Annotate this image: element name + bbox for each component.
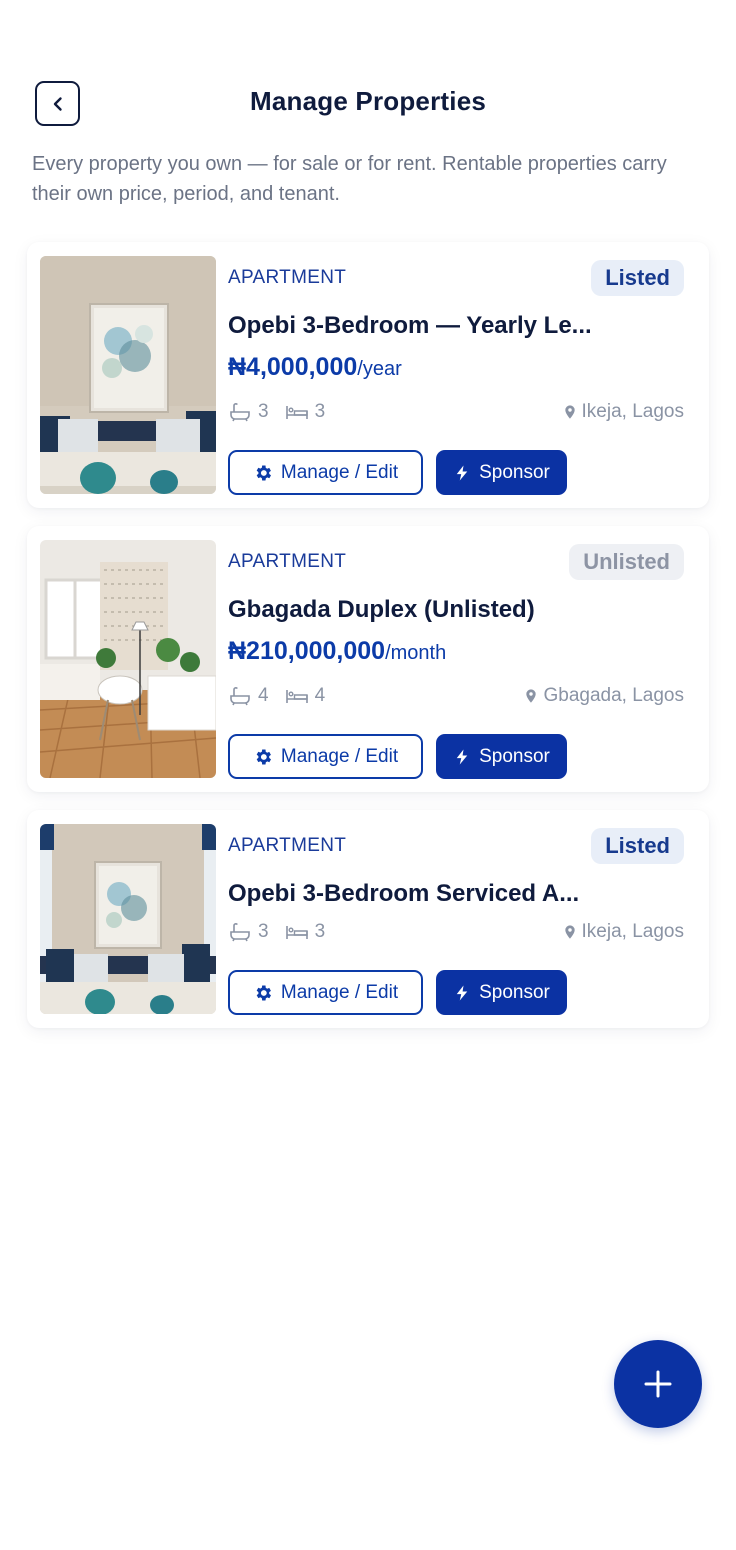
property-type: APARTMENT <box>228 835 347 856</box>
map-pin-icon <box>523 687 539 705</box>
property-meta: 4 4 Gbagada, Lagos <box>228 683 684 709</box>
location-text: Ikeja, Lagos <box>581 401 684 422</box>
property-price: ₦210,000,000/month <box>228 637 446 666</box>
property-location: Ikeja, Lagos <box>562 401 684 423</box>
property-card[interactable]: APARTMENT Listed Opebi 3-Bedroom — Yearl… <box>27 242 709 508</box>
add-property-button[interactable] <box>614 1340 702 1428</box>
property-price: ₦4,000,000/year <box>228 353 402 382</box>
property-location: Gbagada, Lagos <box>523 685 684 707</box>
bed-icon <box>285 400 309 424</box>
bed-count: 3 <box>314 401 326 422</box>
gear-icon <box>253 983 273 1003</box>
status-badge: Listed <box>591 828 684 864</box>
sponsor-label: Sponsor <box>479 981 550 1003</box>
bathtub-icon <box>228 920 252 944</box>
property-meta: 3 3 Ikeja, Lagos <box>228 919 684 945</box>
manage-edit-label: Manage / Edit <box>280 745 399 767</box>
bathtub-icon <box>228 400 252 424</box>
price-period: /year <box>357 358 402 380</box>
sponsor-button[interactable]: Sponsor <box>436 450 567 495</box>
bath-count: 3 <box>258 401 269 422</box>
manage-edit-button[interactable]: Manage / Edit <box>228 970 423 1015</box>
manage-edit-label: Manage / Edit <box>280 461 399 483</box>
property-card[interactable]: APARTMENT Unlisted Gbagada Duplex (Unlis… <box>27 526 709 792</box>
sponsor-button[interactable]: Sponsor <box>436 970 567 1015</box>
property-card[interactable]: APARTMENT Listed Opebi 3-Bedroom Service… <box>27 810 709 1028</box>
location-text: Ikeja, Lagos <box>581 921 684 942</box>
price-period: /month <box>385 642 447 664</box>
property-thumbnail <box>40 824 216 1014</box>
property-thumbnail <box>40 256 216 494</box>
bath-count: 4 <box>258 685 269 706</box>
bed-count: 3 <box>314 921 326 942</box>
property-type: APARTMENT <box>228 551 347 572</box>
status-badge: Listed <box>591 260 684 296</box>
location-text: Gbagada, Lagos <box>543 685 684 706</box>
price-amount: ₦210,000,000 <box>228 637 386 665</box>
property-name: Opebi 3-Bedroom — Yearly Le... <box>228 312 592 339</box>
map-pin-icon <box>562 923 578 941</box>
lightning-icon <box>453 463 471 483</box>
page-subtitle: Every property you own — for sale or for… <box>32 153 667 205</box>
bed-icon <box>285 920 309 944</box>
property-thumbnail <box>40 540 216 778</box>
lightning-icon <box>453 983 471 1003</box>
manage-edit-label: Manage / Edit <box>280 981 399 1003</box>
property-type: APARTMENT <box>228 267 347 288</box>
lightning-icon <box>453 747 471 767</box>
plus-icon <box>644 1370 672 1398</box>
bathtub-icon <box>228 684 252 708</box>
header: Manage Properties <box>0 0 736 140</box>
manage-edit-button[interactable]: Manage / Edit <box>228 734 423 779</box>
bath-count: 3 <box>258 921 269 942</box>
manage-edit-button[interactable]: Manage / Edit <box>228 450 423 495</box>
property-name: Opebi 3-Bedroom Serviced A... <box>228 880 580 907</box>
gear-icon <box>253 747 273 767</box>
bed-count: 4 <box>314 685 326 706</box>
sponsor-label: Sponsor <box>479 745 550 767</box>
status-badge: Unlisted <box>569 544 684 580</box>
bed-icon <box>285 684 309 708</box>
sponsor-button[interactable]: Sponsor <box>436 734 567 779</box>
map-pin-icon <box>562 403 578 421</box>
sponsor-label: Sponsor <box>479 461 550 483</box>
price-amount: ₦4,000,000 <box>228 353 358 381</box>
page-title: Manage Properties <box>249 86 487 116</box>
property-location: Ikeja, Lagos <box>562 921 684 943</box>
gear-icon <box>253 463 273 483</box>
property-name: Gbagada Duplex (Unlisted) <box>228 596 535 623</box>
property-meta: 3 3 Ikeja, Lagos <box>228 399 684 425</box>
